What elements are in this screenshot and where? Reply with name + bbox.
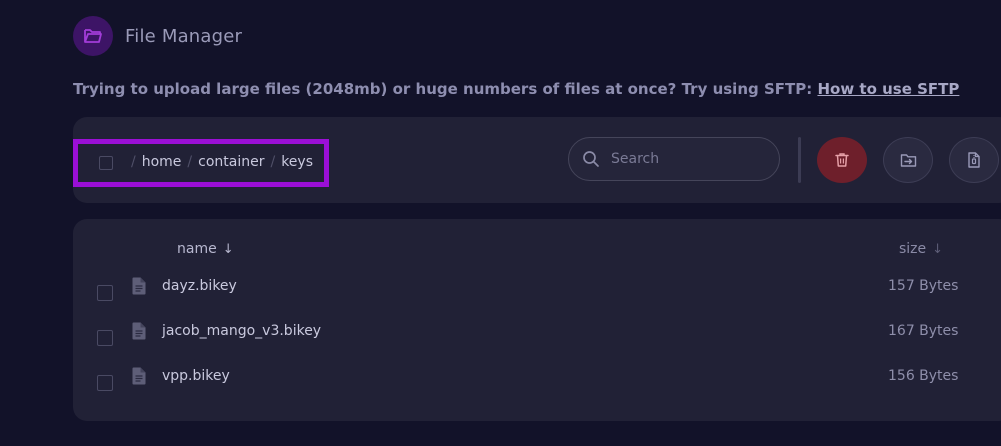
file-name[interactable]: vpp.bikey xyxy=(162,368,230,384)
breadcrumb-separator: / xyxy=(131,154,136,170)
file-zip-icon xyxy=(968,152,980,168)
file-row[interactable]: dayz.bikey 157 Bytes xyxy=(73,267,1001,312)
breadcrumb: / home / container / keys xyxy=(131,154,313,170)
toolbar-divider xyxy=(798,137,801,183)
column-header-name[interactable]: name ↓ xyxy=(177,241,234,257)
file-size: 156 Bytes xyxy=(888,368,959,384)
breadcrumb-container[interactable]: container xyxy=(198,154,264,170)
file-text-icon xyxy=(132,367,146,385)
sftp-help-link[interactable]: How to use SFTP xyxy=(817,80,959,98)
trash-icon xyxy=(835,153,849,167)
row-checkbox[interactable] xyxy=(97,285,113,301)
file-row[interactable]: jacob_mango_v3.bikey 167 Bytes xyxy=(73,312,1001,357)
file-size: 167 Bytes xyxy=(888,323,959,339)
breadcrumb-home[interactable]: home xyxy=(142,154,182,170)
column-name-label: name xyxy=(177,241,217,257)
file-text-icon xyxy=(132,277,146,295)
breadcrumb-keys[interactable]: keys xyxy=(281,154,313,170)
breadcrumb-separator: / xyxy=(187,154,193,170)
search-icon xyxy=(583,151,599,167)
folder-move-icon xyxy=(900,153,916,167)
search-box[interactable] xyxy=(568,137,780,181)
file-row[interactable]: vpp.bikey 156 Bytes xyxy=(73,357,1001,402)
notice-text: Trying to upload large files (2048mb) or… xyxy=(73,80,813,98)
sort-down-icon: ↓ xyxy=(932,241,944,257)
folder-open-icon xyxy=(73,16,113,56)
toolbar: / home / container / keys xyxy=(73,117,1001,203)
archive-button[interactable] xyxy=(949,137,999,183)
file-text-icon xyxy=(132,322,146,340)
file-name[interactable]: dayz.bikey xyxy=(162,278,237,294)
header: File Manager xyxy=(73,16,242,56)
file-size: 157 Bytes xyxy=(888,278,959,294)
column-size-label: size xyxy=(899,241,927,257)
row-checkbox[interactable] xyxy=(97,330,113,346)
select-all-checkbox[interactable] xyxy=(99,156,113,170)
breadcrumb-highlight: / home / container / keys xyxy=(73,139,329,187)
sort-down-icon: ↓ xyxy=(222,241,234,257)
delete-button[interactable] xyxy=(817,137,867,183)
column-header-size[interactable]: size ↓ xyxy=(899,241,943,257)
file-list: name ↓ size ↓ dayz.bikey 157 Bytes jacob… xyxy=(73,219,1001,421)
file-manager-page: File Manager Trying to upload large file… xyxy=(0,0,1001,446)
move-button[interactable] xyxy=(883,137,933,183)
sftp-notice: Trying to upload large files (2048mb) or… xyxy=(73,80,959,98)
breadcrumb-separator: / xyxy=(270,154,276,170)
page-title: File Manager xyxy=(125,25,243,47)
file-name[interactable]: jacob_mango_v3.bikey xyxy=(162,323,321,339)
row-checkbox[interactable] xyxy=(97,375,113,391)
search-input[interactable] xyxy=(609,150,763,168)
